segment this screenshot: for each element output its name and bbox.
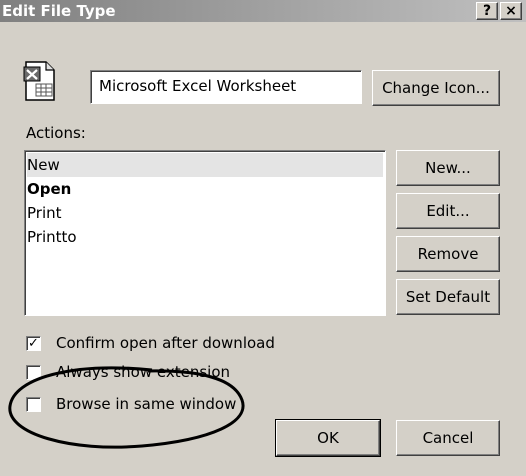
confirm-open-checkbox[interactable]: ✓ — [26, 336, 41, 351]
cancel-button[interactable]: Cancel — [396, 420, 500, 456]
excel-file-icon — [22, 60, 62, 102]
action-item[interactable]: New — [27, 153, 383, 177]
annotation-circle — [2, 360, 252, 456]
close-button[interactable]: × — [500, 2, 522, 20]
help-button[interactable]: ? — [476, 2, 498, 20]
file-type-name-value: Microsoft Excel Worksheet — [99, 77, 297, 95]
ok-button[interactable]: OK — [275, 419, 381, 457]
edit-action-button[interactable]: Edit... — [396, 193, 500, 229]
actions-list[interactable]: New Open Print Printto — [24, 150, 386, 316]
action-item[interactable]: Printto — [27, 225, 383, 249]
confirm-open-label: Confirm open after download — [56, 334, 275, 352]
window-title: Edit File Type — [2, 2, 116, 20]
file-type-name-field[interactable]: Microsoft Excel Worksheet — [90, 70, 362, 104]
confirm-open-option[interactable]: ✓ Confirm open after download — [26, 334, 306, 354]
actions-label: Actions: — [26, 124, 86, 142]
action-item[interactable]: Print — [27, 201, 383, 225]
action-item[interactable]: Open — [27, 177, 383, 201]
set-default-button[interactable]: Set Default — [396, 279, 500, 315]
new-action-button[interactable]: New... — [396, 150, 500, 186]
change-icon-button[interactable]: Change Icon... — [372, 70, 500, 106]
title-bar: Edit File Type ? × — [0, 0, 526, 22]
remove-action-button[interactable]: Remove — [396, 236, 500, 272]
